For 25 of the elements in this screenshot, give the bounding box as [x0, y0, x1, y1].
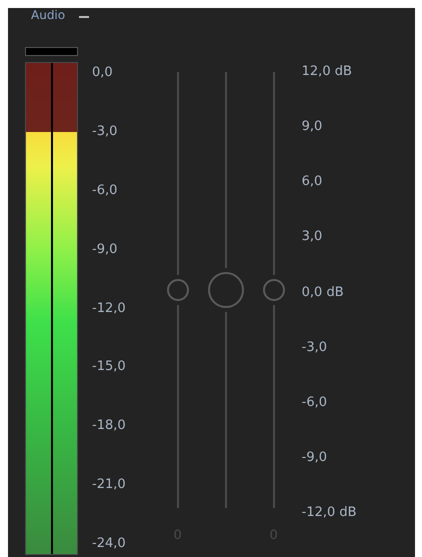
panel-title: Audio: [31, 8, 66, 22]
slider-thumb[interactable]: [166, 279, 189, 301]
slider-thumb[interactable]: [262, 279, 285, 301]
scale-label: 9,0: [302, 119, 324, 134]
scale-label: 0,0 dB: [302, 284, 345, 300]
minimize-icon[interactable]: [79, 16, 90, 18]
scale-label: -9,0: [92, 242, 118, 257]
slider-thumb[interactable]: [208, 272, 244, 308]
scale-label: -12,0: [92, 300, 126, 316]
scale-label: -3,0: [92, 124, 118, 139]
scale-label: -6,0: [92, 182, 118, 198]
scale-label: -12,0 dB: [302, 505, 357, 520]
scale-label: -9,0: [302, 450, 328, 465]
slider[interactable]: [208, 72, 244, 508]
scale-label: -6,0: [302, 394, 328, 410]
peak-indicator: [25, 47, 78, 56]
scale-label: -24,0: [92, 536, 126, 551]
scale-label: -15,0: [92, 359, 126, 374]
scale-label: 0,0: [92, 65, 114, 80]
scale-label: -21,0: [92, 477, 126, 492]
scale-label: -3,0: [302, 340, 328, 355]
scale-label: 12,0 dB: [302, 64, 353, 79]
scale-label: 3,0: [302, 229, 324, 244]
scale-label: -18,0: [92, 418, 126, 434]
scale-label: 6,0: [302, 174, 324, 190]
